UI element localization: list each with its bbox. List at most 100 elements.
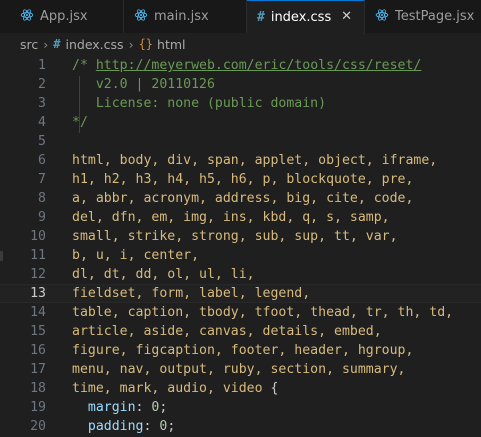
code-text: small, strike, strong, sub, sup, tt, var…	[72, 227, 398, 246]
code-token: {	[270, 381, 279, 396]
tab-testpage-jsx[interactable]: TestPage.jsx	[365, 0, 481, 33]
code-token: time, mark, audio, video	[72, 381, 271, 396]
code-token: :	[143, 419, 160, 434]
code-text: margin: 0;	[72, 398, 167, 417]
line-number: 20	[30, 419, 46, 434]
react-icon	[20, 8, 34, 26]
tab-app-jsx[interactable]: App.jsx	[0, 0, 124, 33]
chevron-right-icon: ›	[43, 36, 49, 52]
code-text: html, body, div, span, applet, object, i…	[72, 151, 437, 170]
tab-index-css[interactable]: # index.css ✕	[247, 0, 365, 34]
code-token: table, caption, tbody, tfoot, thead, tr,…	[72, 305, 454, 320]
line-number: 9	[38, 210, 46, 225]
line-number: 8	[38, 191, 46, 206]
tab-label: App.jsx	[40, 9, 88, 24]
code-token: h1, h2, h3, h4, h5, h6, p, blockquote, p…	[72, 172, 414, 187]
code-text: menu, nav, output, ruby, section, summar…	[72, 360, 405, 379]
code-text: article, aside, canvas, details, embed,	[72, 322, 382, 341]
code-text: */	[72, 113, 88, 132]
code-line[interactable]: 16 figure, figcaption, footer, header, hg…	[0, 341, 481, 360]
line-number: 7	[38, 172, 46, 187]
line-number: 4	[38, 115, 46, 130]
code-token: b, u, i, center,	[72, 248, 200, 263]
breadcrumb-symbol[interactable]: html	[157, 37, 185, 52]
code-token: menu, nav, output, ruby, section, summar…	[72, 362, 406, 377]
code-line[interactable]: 12 dl, dt, dd, ol, ul, li,	[0, 265, 481, 284]
code-text: table, caption, tbody, tfoot, thead, tr,…	[72, 303, 453, 322]
code-token: */	[72, 115, 88, 130]
line-number: 12	[30, 267, 46, 282]
code-line[interactable]: 8 a, abbr, acronym, address, big, cite, c…	[0, 189, 481, 208]
code-text: time, mark, audio, video {	[72, 379, 278, 398]
line-number: 10	[30, 229, 46, 244]
code-line[interactable]: 15 article, aside, canvas, details, embed…	[0, 322, 481, 341]
code-line[interactable]: 4 */	[0, 113, 481, 132]
code-line[interactable]: 5	[0, 132, 481, 151]
code-token: dl, dt, dd, ol, ul, li,	[72, 267, 255, 282]
react-icon	[134, 8, 148, 26]
code-token: figure, figcaption, footer, header, hgro…	[72, 343, 414, 358]
code-editor[interactable]: 1 /* http://meyerweb.com/eric/tools/css/r…	[0, 55, 481, 437]
line-number: 18	[30, 381, 46, 396]
line-number: 17	[30, 362, 46, 377]
code-token: padding	[87, 419, 144, 434]
code-line[interactable]: 13 fieldset, form, label, legend,	[0, 284, 481, 303]
line-number: 2	[38, 77, 46, 92]
tab-main-jsx[interactable]: main.jsx	[124, 0, 247, 33]
react-icon	[375, 8, 389, 26]
code-token: /*	[72, 58, 96, 73]
code-text: /* http://meyerweb.com/eric/tools/css/re…	[72, 56, 421, 75]
line-number: 13	[30, 286, 46, 301]
code-token: fieldset, form, label, legend,	[72, 286, 311, 301]
breadcrumb: src › # index.css › {} html	[0, 33, 481, 55]
code-token: License: none (public domain)	[72, 96, 327, 111]
line-number: 11	[30, 248, 46, 263]
line-number: 14	[30, 305, 46, 320]
line-number: 15	[30, 324, 46, 339]
code-line[interactable]: 10 small, strike, strong, sub, sup, tt, v…	[0, 227, 481, 246]
code-line[interactable]: 19 margin: 0;	[0, 398, 481, 417]
close-icon[interactable]: ✕	[341, 9, 352, 24]
code-token: :	[135, 400, 152, 415]
code-line[interactable]: 14 table, caption, tbody, tfoot, thead, t…	[0, 303, 481, 322]
line-number: 1	[38, 58, 46, 73]
code-text: a, abbr, acronym, address, big, cite, co…	[72, 189, 413, 208]
chevron-right-icon: ›	[128, 36, 134, 52]
code-text: b, u, i, center,	[72, 246, 199, 265]
tab-label: index.css	[270, 10, 332, 25]
code-token: v2.0 | 20110126	[72, 77, 215, 92]
code-text: v2.0 | 20110126	[72, 75, 215, 94]
code-line[interactable]: 9 del, dfn, em, img, ins, kbd, q, s, samp…	[0, 208, 481, 227]
code-text: License: none (public domain)	[72, 94, 326, 113]
code-line[interactable]: 11 b, u, i, center,	[0, 246, 481, 265]
code-text: padding: 0;	[72, 417, 175, 436]
code-line[interactable]: 3 License: none (public domain)	[0, 94, 481, 113]
symbol-icon: {}	[138, 37, 154, 51]
code-line[interactable]: 1 /* http://meyerweb.com/eric/tools/css/r…	[0, 56, 481, 75]
breadcrumb-file[interactable]: index.css	[65, 37, 123, 52]
code-line[interactable]: 7 h1, h2, h3, h4, h5, h6, p, blockquote, …	[0, 170, 481, 189]
css-hash-icon: #	[257, 10, 265, 25]
code-token: ;	[167, 419, 176, 434]
line-number: 16	[30, 343, 46, 358]
code-text: h1, h2, h3, h4, h5, h6, p, blockquote, p…	[72, 170, 413, 189]
code-line[interactable]: 20 padding: 0;	[0, 417, 481, 436]
code-token: article, aside, canvas, details, embed,	[72, 324, 382, 339]
line-number: 6	[38, 153, 46, 168]
code-line[interactable]: 6 html, body, div, span, applet, object, …	[0, 151, 481, 170]
code-token: html, body, div, span, applet, object, i…	[72, 153, 438, 168]
breadcrumb-folder[interactable]: src	[20, 37, 38, 52]
code-token: a, abbr, acronym, address, big, cite, co…	[72, 191, 414, 206]
code-line[interactable]: 17 menu, nav, output, ruby, section, summ…	[0, 360, 481, 379]
code-text: fieldset, form, label, legend,	[72, 285, 310, 302]
tab-bar: App.jsx main.jsx # index.css ✕ TestPage.…	[0, 0, 481, 34]
code-text: dl, dt, dd, ol, ul, li,	[72, 265, 255, 284]
code-text: figure, figcaption, footer, header, hgro…	[72, 341, 413, 360]
code-line[interactable]: 2 v2.0 | 20110126	[0, 75, 481, 94]
code-line[interactable]: 18 time, mark, audio, video {	[0, 379, 481, 398]
code-token: del, dfn, em, img, ins, kbd, q, s, samp,	[72, 210, 390, 225]
line-number: 3	[38, 96, 46, 111]
tab-label: main.jsx	[154, 9, 209, 24]
code-token: margin	[87, 400, 136, 415]
